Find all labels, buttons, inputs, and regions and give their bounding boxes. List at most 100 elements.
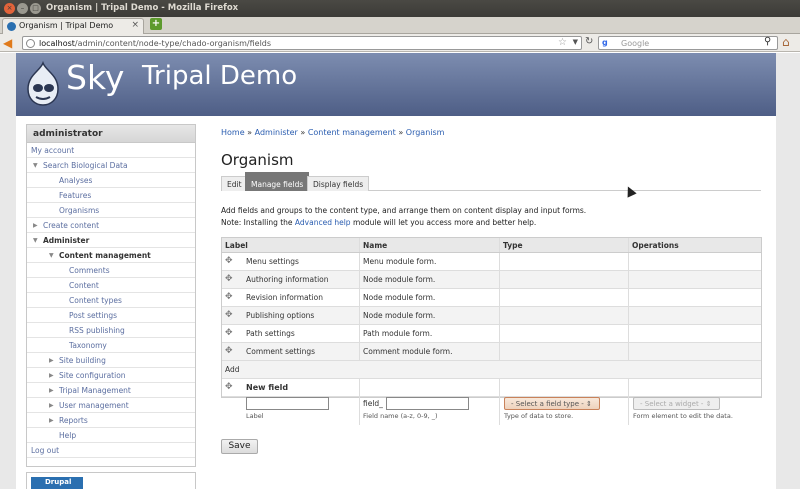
url-bar[interactable]: localhost/admin/content/node-type/chado-… <box>22 36 582 50</box>
add-row: Add <box>222 361 761 379</box>
sidebar-item-help[interactable]: Help <box>27 428 195 443</box>
row-type <box>499 289 628 306</box>
back-arrow-icon[interactable]: ◀ <box>3 36 17 50</box>
sidebar-item-content-management[interactable]: ▼ Content management <box>27 248 195 263</box>
home-icon[interactable]: ⌂ <box>782 35 790 49</box>
breadcrumb-home[interactable]: Home <box>221 128 245 137</box>
row-label: Path settings <box>246 329 295 338</box>
drag-handle-icon[interactable]: ✥ <box>225 257 233 266</box>
drag-handle-icon[interactable]: ✥ <box>225 383 233 392</box>
sidebar-item-post-settings[interactable]: Post settings <box>27 308 195 323</box>
sidebar-user-heading: administrator <box>27 125 195 143</box>
sidebar-item-search-biological-data[interactable]: ▼ Search Biological Data <box>27 158 195 173</box>
url-path: /admin/content/node-type/chado-organism/… <box>74 38 272 48</box>
sidebar-item-label: Content <box>69 281 99 290</box>
field-type-select[interactable]: - Select a field type - ⇕ <box>504 397 600 410</box>
site-logo-text[interactable]: Sky <box>66 58 124 97</box>
save-button[interactable]: Save <box>221 439 258 454</box>
tab-edit[interactable]: Edit <box>221 176 248 191</box>
web-page: Sky Tripal Demo administrator My account… <box>0 53 800 489</box>
collapsed-arrow-icon: ▶ <box>49 372 54 379</box>
bookmark-star-icon[interactable]: ☆ <box>558 37 567 48</box>
sidebar-item-label: User management <box>59 401 129 410</box>
row-label-cell: ✥ Path settings <box>222 325 359 342</box>
new-field-name-input[interactable] <box>386 397 469 410</box>
sidebar-item-rss-publishing[interactable]: RSS publishing <box>27 323 195 338</box>
tab-manage-fields[interactable]: Manage fields <box>245 172 310 191</box>
drag-handle-icon[interactable]: ✥ <box>225 329 233 338</box>
sidebar-item-content-types[interactable]: Content types <box>27 293 195 308</box>
sidebar-item-administer[interactable]: ▼ Administer <box>27 233 195 248</box>
row-label-cell: ✥ Comment settings <box>222 343 359 360</box>
site-name[interactable]: Tripal Demo <box>142 61 297 91</box>
sidebar-item-label: Site building <box>59 356 106 365</box>
drag-handle-icon[interactable]: ✥ <box>225 293 233 302</box>
sidebar-item-create-content[interactable]: ▶ Create content <box>27 218 195 233</box>
new-field-title: New field <box>246 383 289 392</box>
sidebar-item-label: Features <box>59 191 92 200</box>
drupal-badge-label: Drupal <box>31 477 83 489</box>
sidebar-item-log-out[interactable]: Log out <box>27 443 195 458</box>
sidebar-item-content[interactable]: Content <box>27 278 195 293</box>
sidebar-item-label: Analyses <box>59 176 93 185</box>
breadcrumb-content-management[interactable]: Content management <box>308 128 396 137</box>
table-row: ✥ Revision information Node module form. <box>222 289 761 307</box>
search-box[interactable]: g Google <box>598 36 778 50</box>
sidebar-item-label: Organisms <box>59 206 100 215</box>
sidebar-item-site-configuration[interactable]: ▶ Site configuration <box>27 368 195 383</box>
row-type <box>499 325 628 342</box>
widget-select[interactable]: - Select a widget - ⇕ <box>633 397 720 410</box>
drag-handle-icon[interactable]: ✥ <box>225 275 233 284</box>
new-field-label-input[interactable] <box>246 397 329 410</box>
sidebar-item-tripal-management[interactable]: ▶ Tripal Management <box>27 383 195 398</box>
url-dropdown-icon[interactable]: ▼ <box>573 38 578 46</box>
content-wrapper: administrator My account ▼ Search Biologic… <box>16 116 776 489</box>
search-magnifier-icon[interactable]: ⚲ <box>764 36 771 47</box>
site-header: Sky Tripal Demo <box>16 53 776 116</box>
browser-tab[interactable]: Organism | Tripal Demo × <box>2 18 144 34</box>
field-type-desc: Type of data to store. <box>504 412 574 420</box>
new-tab-button[interactable]: + <box>150 18 162 30</box>
sidebar-item-taxonomy[interactable]: Taxonomy <box>27 338 195 353</box>
expanded-arrow-icon: ▼ <box>49 252 54 259</box>
browser-tab-label: Organism | Tripal Demo <box>19 21 114 30</box>
sidebar-item-label: Log out <box>31 446 60 455</box>
drag-handle-icon[interactable]: ✥ <box>225 311 233 320</box>
sidebar-item-features[interactable]: Features <box>27 188 195 203</box>
sidebar-item-label: Create content <box>43 221 100 230</box>
breadcrumb-sep: » <box>244 128 255 137</box>
sidebar-item-label: RSS publishing <box>69 326 125 335</box>
help-line-2: Note: Installing the Advanced help modul… <box>221 217 586 229</box>
select-arrows-icon: ⇕ <box>705 400 712 408</box>
powered-by-drupal[interactable]: Drupal <box>26 472 196 489</box>
search-input[interactable]: Google <box>621 39 649 48</box>
row-label-cell: ✥ Authoring information <box>222 271 359 288</box>
sidebar-item-my-account[interactable]: My account <box>27 143 195 158</box>
sidebar-item-site-building[interactable]: ▶ Site building <box>27 353 195 368</box>
sidebar-item-user-management[interactable]: ▶ User management <box>27 398 195 413</box>
breadcrumb-organism[interactable]: Organism <box>406 128 445 137</box>
sidebar-item-analyses[interactable]: Analyses <box>27 173 195 188</box>
drag-handle-icon[interactable]: ✥ <box>225 347 233 356</box>
minimize-window-button[interactable]: – <box>17 3 28 14</box>
google-engine-icon[interactable]: g <box>602 38 608 47</box>
close-window-button[interactable]: × <box>4 3 15 14</box>
table-row: ✥ Path settings Path module form. <box>222 325 761 343</box>
close-tab-icon[interactable]: × <box>131 20 139 30</box>
new-field-name-desc: Field name (a-z, 0-9, _) <box>363 412 438 420</box>
sidebar-item-label: Post settings <box>69 311 117 320</box>
row-label-cell: ✥ Revision information <box>222 289 359 306</box>
row-operations <box>628 253 763 270</box>
row-label-cell: ✥ Publishing options <box>222 307 359 324</box>
sidebar-item-reports[interactable]: ▶ Reports <box>27 413 195 428</box>
sidebar-item-comments[interactable]: Comments <box>27 263 195 278</box>
reload-icon[interactable]: ↻ <box>585 36 593 47</box>
sidebar-item-organisms[interactable]: Organisms <box>27 203 195 218</box>
tab-display-fields[interactable]: Display fields <box>307 176 370 191</box>
breadcrumb-administer[interactable]: Administer <box>255 128 298 137</box>
url-text[interactable]: localhost/admin/content/node-type/chado-… <box>39 39 271 48</box>
advanced-help-link[interactable]: Advanced help <box>295 218 351 227</box>
sidebar-item-label: Content types <box>69 296 122 305</box>
maximize-window-button[interactable]: □ <box>30 3 41 14</box>
expanded-arrow-icon: ▼ <box>33 162 38 169</box>
